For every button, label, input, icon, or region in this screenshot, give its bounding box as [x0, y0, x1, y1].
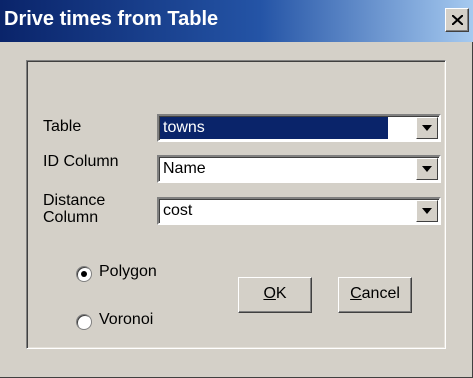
distance-column-select[interactable]: cost — [157, 197, 441, 225]
id-column-select-value: Name — [163, 160, 206, 177]
table-select[interactable]: towns — [157, 114, 441, 142]
close-x-icon — [452, 15, 463, 25]
distance-column-select-value: cost — [163, 202, 193, 219]
radio-selected-dot — [81, 271, 87, 277]
distance-column-label-line1: Distance — [43, 192, 106, 209]
table-label: Table — [43, 118, 82, 135]
id-column-label: ID Column — [43, 153, 119, 170]
dropdown-arrow-icon — [422, 125, 432, 131]
voronoi-radio[interactable] — [76, 314, 92, 330]
cancel-label-rest: ancel — [361, 285, 400, 302]
cancel-mnemonic: C — [350, 285, 362, 302]
table-select-value: towns — [160, 117, 388, 139]
distance-column-label-line2: Column — [43, 209, 99, 226]
distance-column-dropdown-button[interactable] — [416, 200, 438, 222]
polygon-radio[interactable] — [76, 266, 92, 282]
ok-button[interactable]: OK — [238, 277, 312, 313]
table-dropdown-button[interactable] — [416, 117, 438, 139]
close-button[interactable] — [445, 8, 469, 32]
window-title: Drive times from Table — [4, 8, 219, 30]
id-column-dropdown-button[interactable] — [416, 158, 438, 180]
id-column-select[interactable]: Name — [157, 155, 441, 183]
ok-mnemonic: O — [263, 285, 276, 302]
dropdown-arrow-icon — [422, 208, 432, 214]
cancel-button[interactable]: Cancel — [338, 277, 412, 313]
voronoi-label[interactable]: Voronoi — [99, 311, 153, 329]
dropdown-arrow-icon — [422, 166, 432, 172]
polygon-label[interactable]: Polygon — [99, 263, 157, 281]
title-bar[interactable]: Drive times from Table — [0, 0, 473, 42]
ok-label-rest: K — [275, 285, 287, 302]
drive-times-dialog: Drive times from Table Table towns ID Co… — [0, 0, 473, 378]
options-panel: Table towns ID Column Name Distance Colu… — [26, 60, 446, 349]
